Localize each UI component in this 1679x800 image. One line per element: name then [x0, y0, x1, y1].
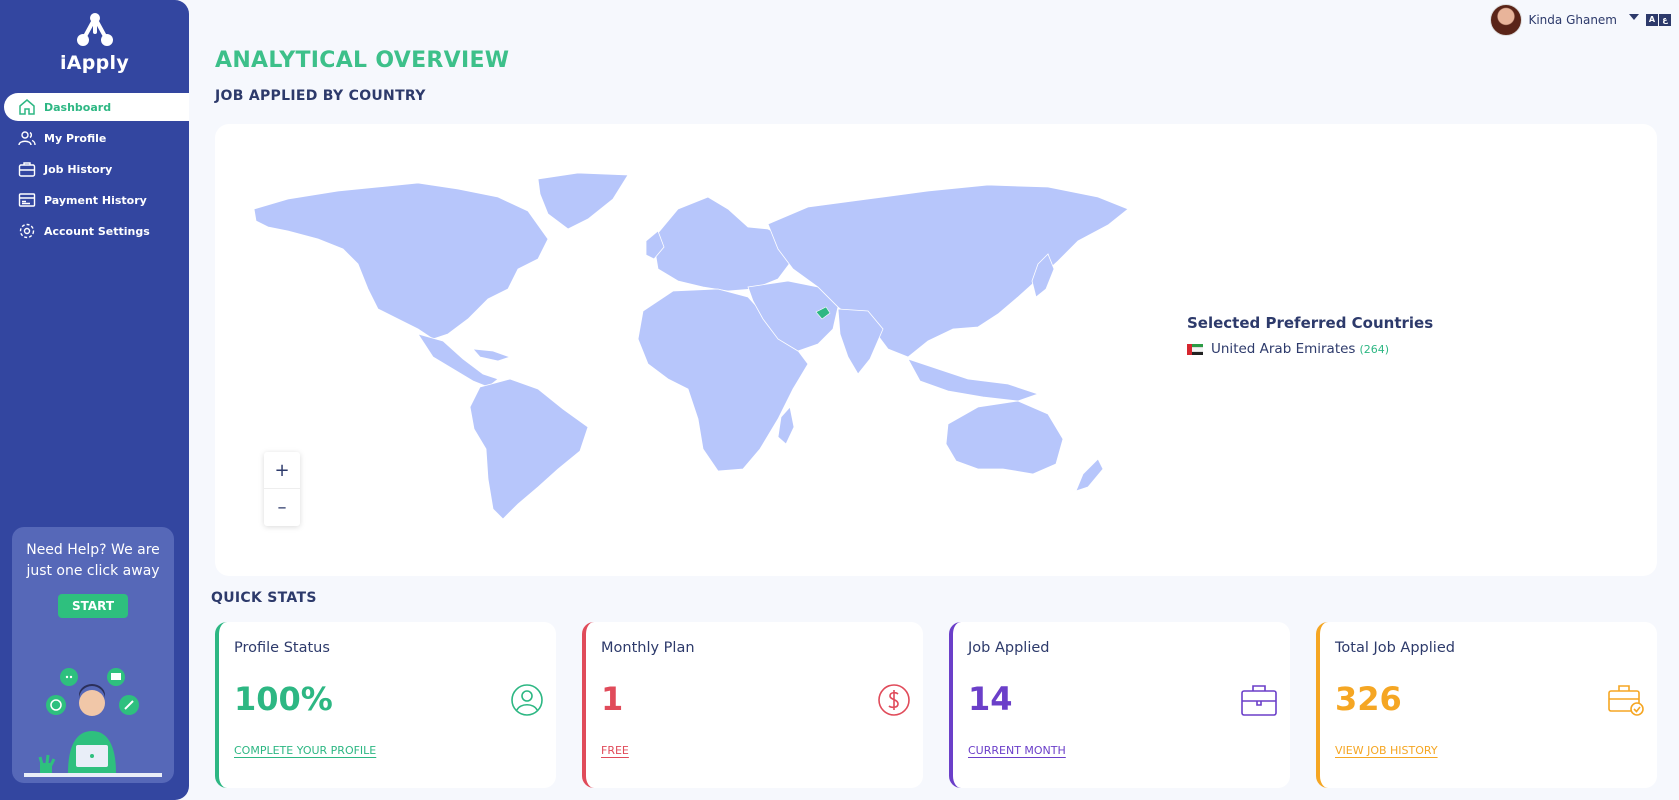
logo-icon — [76, 13, 113, 46]
gear-icon — [19, 223, 35, 239]
app-logo[interactable]: iApply — [0, 10, 189, 74]
uae-flag-icon — [1187, 343, 1203, 355]
users-icon — [18, 131, 36, 146]
legend-country-row: United Arab Emirates (264) — [1187, 341, 1433, 357]
help-text: Need Help? We are just one click away — [26, 542, 160, 579]
user-name[interactable]: Kinda Ghanem — [1528, 13, 1617, 27]
map-card: + – Selected Preferred Countries United … — [215, 124, 1657, 576]
stat-value: 14 — [968, 680, 1013, 718]
world-map[interactable] — [248, 169, 1148, 524]
legend-title: Selected Preferred Countries — [1187, 314, 1434, 332]
language-switcher[interactable]: A ع — [1645, 14, 1671, 26]
app-name: iApply — [59, 52, 130, 74]
page-title: ANALYTICAL OVERVIEW — [215, 48, 510, 73]
stat-label: Monthly Plan — [601, 640, 695, 656]
zoom-in-button[interactable]: + — [264, 452, 300, 489]
stat-label: Total Job Applied — [1335, 640, 1455, 656]
map-section-title: JOB APPLIED BY COUNTRY — [215, 88, 426, 104]
stat-value: 326 — [1335, 680, 1402, 718]
sidebar-item-label: Payment History — [44, 193, 147, 207]
sidebar-item-job-history[interactable]: Job History — [0, 155, 189, 183]
new-zealand-landmass[interactable] — [1075, 458, 1104, 492]
sidebar-item-label: My Profile — [44, 131, 107, 145]
sidebar-item-dashboard[interactable]: Dashboard — [4, 93, 189, 121]
help-card: Need Help? We are just one click away ST… — [12, 527, 174, 783]
sidebar: iApply Dashboard My Profile Job History … — [0, 0, 189, 800]
lang-ar-glyph: ع — [1659, 14, 1671, 26]
stat-card-total-job-applied: Total Job Applied 326 VIEW JOB HISTORY — [1316, 622, 1657, 788]
stat-card-profile-status: Profile Status 100% COMPLETE YOUR PROFIL… — [215, 622, 556, 788]
current-month-link[interactable]: CURRENT MONTH — [968, 744, 1066, 757]
quick-stats-title: QUICK STATS — [211, 590, 317, 606]
map-zoom-controls: + – — [264, 452, 300, 526]
stat-card-monthly-plan: Monthly Plan 1 FREE — [582, 622, 923, 788]
avatar[interactable] — [1490, 4, 1523, 36]
australia-landmass[interactable] — [945, 400, 1064, 475]
north-america-landmass[interactable] — [253, 182, 549, 340]
map-legend: Selected Preferred Countries United Arab… — [1187, 314, 1433, 357]
plan-free-link[interactable]: FREE — [601, 744, 629, 757]
stat-value: 100% — [234, 680, 333, 718]
legend-country-name: United Arab Emirates — [1211, 341, 1356, 357]
briefcase-icon — [1241, 685, 1277, 716]
central-america-landmass[interactable] — [417, 333, 499, 388]
south-america-landmass[interactable] — [469, 378, 589, 520]
help-start-button[interactable]: START — [57, 594, 129, 618]
chevron-down-icon[interactable] — [1629, 14, 1639, 20]
dollar-circle-icon — [878, 684, 910, 716]
stat-value: 1 — [601, 680, 624, 718]
briefcase-check-icon — [1608, 685, 1644, 716]
sidebar-item-label: Account Settings — [44, 224, 150, 238]
zoom-out-button[interactable]: – — [264, 489, 300, 526]
legend-country-count: (264) — [1359, 342, 1390, 356]
support-agent-illustration — [24, 668, 162, 777]
sidebar-item-payment-history[interactable]: Payment History — [0, 186, 189, 214]
briefcase-icon — [18, 162, 36, 177]
home-icon — [19, 99, 35, 115]
sidebar-item-label: Job History — [44, 162, 113, 176]
stat-card-job-applied: Job Applied 14 CURRENT MONTH — [949, 622, 1290, 788]
europe-landmass[interactable] — [652, 196, 794, 292]
sidebar-item-account-settings[interactable]: Account Settings — [0, 217, 189, 245]
indonesia-landmass[interactable] — [907, 358, 1040, 402]
stat-label: Profile Status — [234, 640, 330, 656]
view-job-history-link[interactable]: VIEW JOB HISTORY — [1335, 744, 1438, 757]
sidebar-item-my-profile[interactable]: My Profile — [0, 124, 189, 152]
lang-en-glyph: A — [1646, 14, 1658, 26]
sidebar-item-label: Dashboard — [44, 100, 112, 114]
list-icon — [18, 193, 36, 207]
greenland-landmass[interactable] — [537, 172, 629, 230]
sidebar-nav: Dashboard My Profile Job History Payment… — [0, 93, 189, 248]
user-circle-icon — [511, 684, 543, 716]
user-menu[interactable]: Kinda Ghanem A ع — [1490, 4, 1671, 36]
stat-label: Job Applied — [968, 640, 1050, 656]
complete-profile-link[interactable]: COMPLETE YOUR PROFILE — [234, 744, 376, 757]
caribbean-landmass[interactable] — [472, 348, 512, 362]
